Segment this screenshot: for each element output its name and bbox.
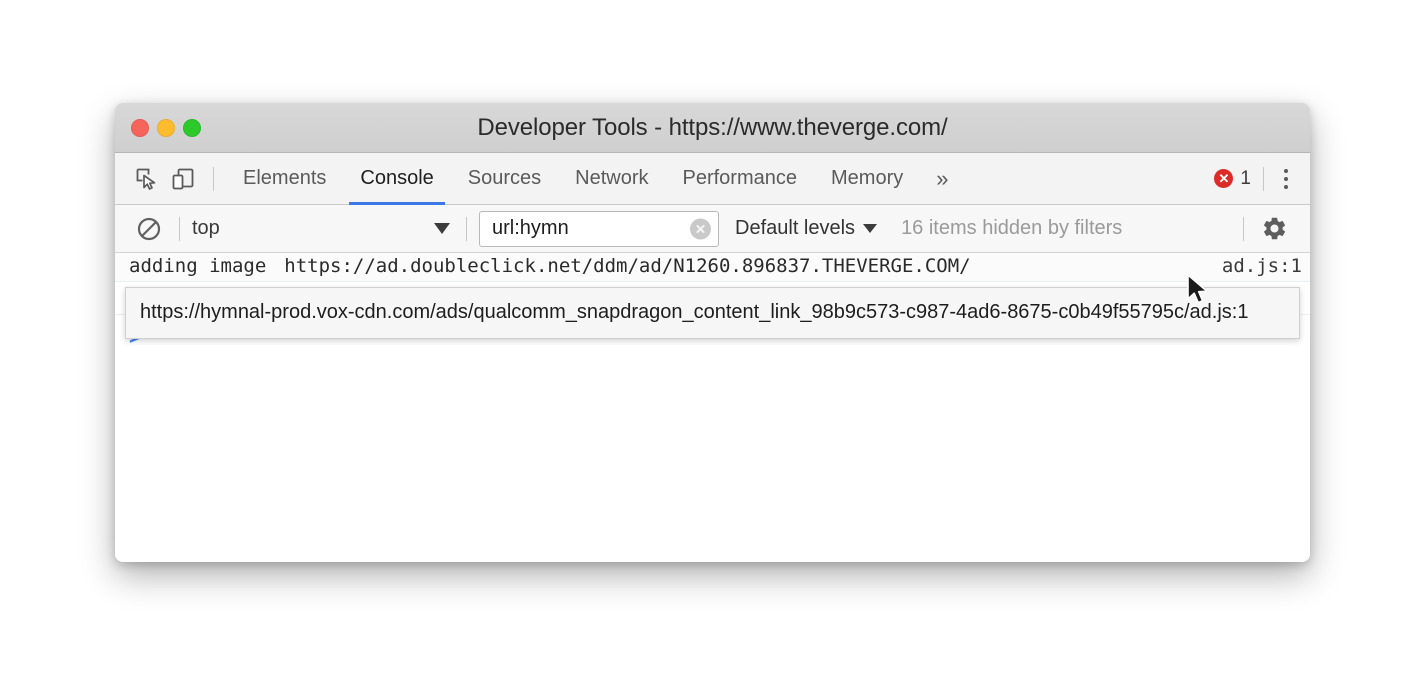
gear-icon[interactable] — [1256, 211, 1292, 247]
log-levels-label: Default levels — [735, 217, 856, 239]
more-tabs-button[interactable]: » — [920, 166, 964, 192]
kebab-dot — [1284, 184, 1288, 189]
tabstrip-right-controls: ✕ 1 — [1214, 163, 1310, 195]
tab-label: Console — [360, 167, 434, 189]
filterbar-right-controls — [1231, 211, 1310, 247]
tabstrip-divider — [1263, 166, 1264, 191]
tab-label: Performance — [682, 167, 798, 189]
tab-elements[interactable]: Elements — [226, 153, 343, 205]
clear-filter-icon[interactable] — [690, 218, 711, 239]
console-filter-bar: top Default levels 16 items hidden by fi… — [115, 205, 1310, 253]
window-titlebar: Developer Tools - https://www.theverge.c… — [115, 103, 1310, 153]
tab-sources[interactable]: Sources — [451, 153, 558, 205]
tab-memory[interactable]: Memory — [814, 153, 920, 205]
console-message-text: adding image — [129, 255, 267, 277]
console-message-list[interactable]: adding image https://ad.doubleclick.net/… — [115, 253, 1310, 561]
inspect-element-icon[interactable] — [129, 161, 165, 197]
tab-performance[interactable]: Performance — [666, 153, 815, 205]
filter-input[interactable] — [490, 216, 688, 241]
filter-input-container[interactable] — [479, 210, 719, 247]
filterbar-divider — [466, 216, 467, 241]
kebab-dot — [1284, 176, 1288, 181]
chevron-down-icon — [434, 223, 450, 234]
link-url-tooltip: https://hymnal-prod.vox-cdn.com/ads/qual… — [125, 287, 1300, 339]
error-count-label: 1 — [1240, 167, 1251, 189]
kebab-menu-icon[interactable] — [1276, 163, 1296, 195]
toolbar-divider — [213, 166, 214, 191]
tab-label: Sources — [467, 167, 542, 189]
window-controls — [131, 119, 201, 137]
panel-tabs: Elements Console Sources Network Perform… — [226, 153, 920, 205]
filterbar-divider — [1243, 216, 1244, 241]
screenshot-stage: Developer Tools - https://www.theverge.c… — [0, 0, 1428, 694]
tab-network[interactable]: Network — [558, 153, 665, 205]
console-source-link[interactable]: ad.js:1 — [1200, 255, 1302, 277]
chevron-down-icon — [863, 224, 878, 233]
kebab-dot — [1284, 168, 1288, 173]
error-count-badge[interactable]: ✕ 1 — [1214, 168, 1251, 190]
log-levels-select[interactable]: Default levels — [735, 217, 878, 240]
devtools-window: Developer Tools - https://www.theverge.c… — [115, 103, 1310, 562]
error-circle-icon: ✕ — [1214, 169, 1234, 188]
close-window-button[interactable] — [131, 119, 149, 137]
tab-label: Elements — [243, 167, 327, 189]
hidden-items-message: 16 items hidden by filters — [901, 217, 1123, 239]
zoom-window-button[interactable] — [183, 119, 201, 137]
devtools-tabstrip: Elements Console Sources Network Perform… — [115, 153, 1310, 205]
window-title: Developer Tools - https://www.theverge.c… — [477, 113, 948, 141]
clear-console-icon[interactable] — [131, 211, 167, 247]
tab-label: Network — [575, 167, 649, 189]
minimize-window-button[interactable] — [157, 119, 175, 137]
console-message-url: https://ad.doubleclick.net/ddm/ad/N1260.… — [284, 255, 971, 277]
filterbar-divider — [179, 216, 180, 241]
execution-context-label: top — [192, 217, 220, 239]
tab-label: Memory — [831, 167, 904, 189]
tab-console[interactable]: Console — [343, 153, 450, 205]
execution-context-select[interactable]: top — [192, 213, 454, 245]
console-log-row[interactable]: adding image https://ad.doubleclick.net/… — [115, 253, 1310, 282]
device-toolbar-icon[interactable] — [165, 161, 201, 197]
